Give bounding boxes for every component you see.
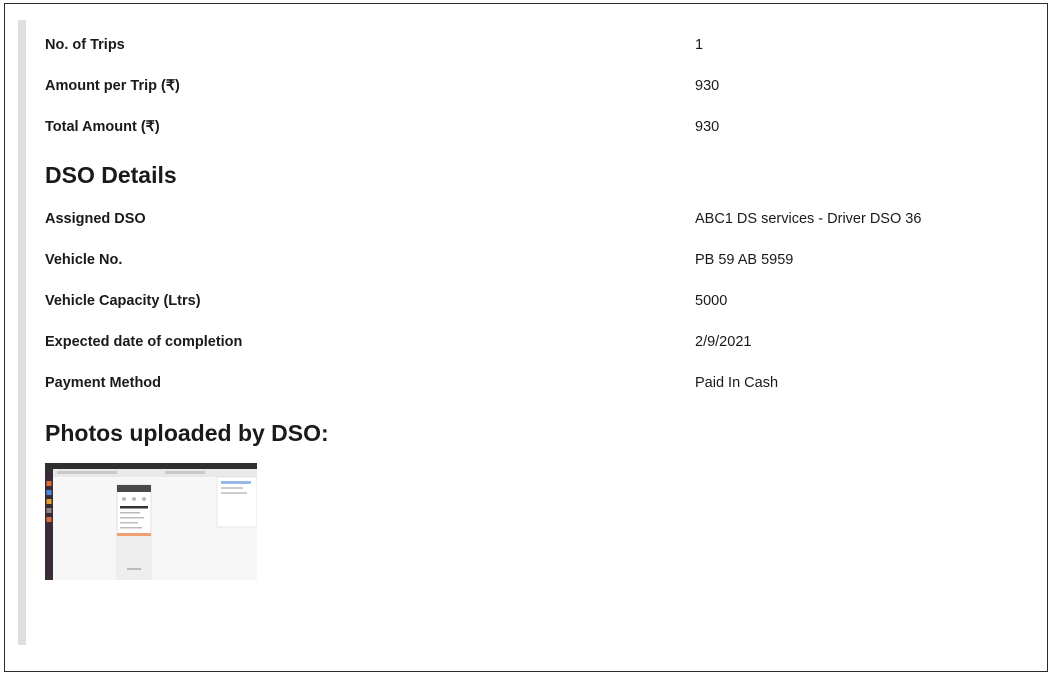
detail-row-amount-per-trip: Amount per Trip (₹) 930	[45, 65, 1025, 106]
dso-details-heading: DSO Details	[45, 161, 177, 188]
assigned-dso-value: ABC1 DS services - Driver DSO 36	[695, 210, 922, 227]
amount-per-trip-value: 930	[695, 77, 720, 94]
details-content: No. of Trips 1 Amount per Trip (₹) 930 T…	[45, 24, 1025, 580]
vehicle-capacity-value: 5000	[695, 292, 728, 309]
detail-row-vehicle-no: Vehicle No. PB 59 AB 5959	[45, 239, 1025, 280]
uploaded-photo-thumbnail[interactable]	[45, 463, 257, 580]
payment-method-label: Payment Method	[45, 374, 162, 391]
left-accent-bar	[18, 20, 26, 645]
amount-per-trip-label: Amount per Trip (₹)	[45, 77, 180, 94]
trips-label: No. of Trips	[45, 36, 125, 53]
detail-row-total-amount: Total Amount (₹) 930	[45, 106, 1025, 147]
total-amount-value: 930	[695, 118, 720, 135]
vehicle-no-value: PB 59 AB 5959	[695, 251, 794, 268]
trips-value: 1	[695, 36, 704, 53]
payment-method-value: Paid In Cash	[695, 374, 779, 391]
detail-row-expected-date: Expected date of completion 2/9/2021	[45, 321, 1025, 362]
photo-preview-image	[45, 463, 257, 580]
vehicle-capacity-label: Vehicle Capacity (Ltrs)	[45, 292, 201, 309]
expected-date-value: 2/9/2021	[695, 333, 752, 350]
photos-heading: Photos uploaded by DSO:	[45, 419, 329, 446]
assigned-dso-label: Assigned DSO	[45, 210, 146, 227]
detail-row-payment-method: Payment Method Paid In Cash	[45, 362, 1025, 403]
detail-row-assigned-dso: Assigned DSO ABC1 DS services - Driver D…	[45, 198, 1025, 239]
total-amount-label: Total Amount (₹)	[45, 118, 160, 135]
expected-date-label: Expected date of completion	[45, 333, 243, 350]
detail-row-vehicle-capacity: Vehicle Capacity (Ltrs) 5000	[45, 280, 1025, 321]
vehicle-no-label: Vehicle No.	[45, 251, 123, 268]
detail-row-trips: No. of Trips 1	[45, 24, 1025, 65]
